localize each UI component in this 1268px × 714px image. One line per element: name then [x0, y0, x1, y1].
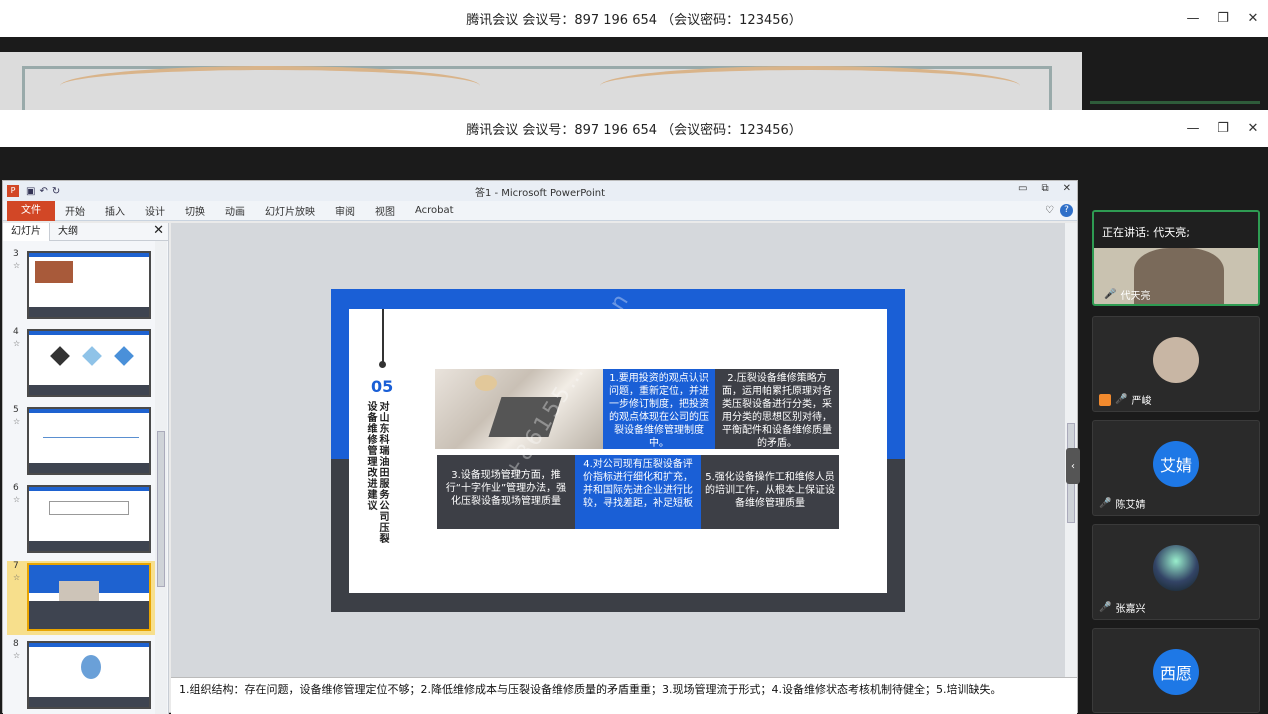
slide-thumbnail-4[interactable]: 4 ☆ — [7, 327, 157, 401]
speaker-notes[interactable]: 1.组织结构：存在问题，设备维修管理定位不够；2.降低维修成本与压裂设备维修质量… — [171, 677, 1077, 714]
thumbnail-scrollbar[interactable] — [155, 241, 167, 714]
tab-home[interactable]: 开始 — [55, 203, 95, 218]
transition-star-icon: ☆ — [13, 573, 21, 582]
ppt-close-icon[interactable]: ✕ — [1063, 183, 1071, 194]
slide-number: 4 — [13, 327, 19, 337]
slide-thumbnail-5[interactable]: 5 ☆ — [7, 405, 157, 479]
mic-muted-icon: 🎤 — [1099, 602, 1112, 613]
participant-panel: 正在讲话: 代天亮; 🎤 代天亮 🎤 严峻 艾婧 🎤 陈艾婧 🎤 张嘉兴 西愿 — [1088, 148, 1268, 713]
tab-animations[interactable]: 动画 — [215, 203, 255, 218]
participant-card[interactable]: 西愿 — [1092, 628, 1260, 713]
slide-number: 6 — [13, 483, 19, 493]
minimize-icon[interactable]: — — [1186, 121, 1200, 136]
transition-star-icon: ☆ — [13, 651, 21, 660]
ribbon-collapse-icon[interactable]: ♡ — [1045, 205, 1054, 216]
transition-star-icon: ☆ — [13, 417, 21, 426]
avatar: 西愿 — [1153, 649, 1199, 695]
minimize-icon[interactable]: — — [1186, 11, 1200, 26]
slide-number: 3 — [13, 249, 19, 259]
meeting-titlebar: 腾讯会议 会议号：897 196 654 （会议密码：123456） — ❐ ✕ — [0, 0, 1268, 37]
slide-thumbnail-3[interactable]: 3 ☆ — [7, 249, 157, 323]
tab-slides[interactable]: 幻灯片 — [3, 222, 50, 241]
suggestion-box-1: 1.要用投资的观点认识问题，重新定位，并进一步修订制度，把投资的观点体现在公司的… — [603, 369, 715, 449]
background-shared-screen — [0, 52, 1082, 110]
close-icon[interactable]: ✕ — [1246, 121, 1260, 136]
slide-number: 7 — [13, 561, 19, 571]
panel-close-icon[interactable]: ✕ — [153, 223, 164, 238]
save-icon[interactable]: ▣ — [26, 186, 35, 197]
mic-muted-icon: 🎤 — [1099, 498, 1112, 509]
suggestion-box-2: 2.压裂设备维修策略方面，运用帕累托原理对各类压裂设备进行分类，采用分类的思想区… — [715, 369, 839, 449]
tab-view[interactable]: 视图 — [365, 203, 405, 218]
ribbon-tabs: 文件 开始 插入 设计 切换 动画 幻灯片放映 审阅 视图 Acrobat ♡ … — [3, 200, 1077, 221]
tab-review[interactable]: 审阅 — [325, 203, 365, 218]
ppt-minimize-icon[interactable]: ▭ — [1018, 183, 1027, 194]
tab-slideshow[interactable]: 幻灯片放映 — [255, 203, 325, 218]
participant-card[interactable]: 艾婧 🎤 陈艾婧 — [1092, 420, 1260, 516]
slide-number: 5 — [13, 405, 19, 415]
mic-icon: 🎤 — [1115, 394, 1128, 405]
user-icon — [1099, 393, 1111, 406]
ppt-titlebar: P ▣ ↶ ↻ 答1 - Microsoft PowerPoint ▭ ⧉ ✕ — [3, 181, 1077, 201]
participant-name: 张嘉兴 — [1115, 604, 1146, 615]
meeting-title: 腾讯会议 会议号：897 196 654 （会议密码：123456） — [466, 13, 802, 28]
participant-name: 严峻 — [1131, 396, 1152, 407]
tab-file[interactable]: 文件 — [7, 200, 55, 221]
side-panel-toggle[interactable]: ‹ — [1066, 448, 1080, 484]
restore-icon[interactable]: ❐ — [1216, 121, 1230, 136]
meeting-titlebar-2: 腾讯会议 会议号：897 196 654 （会议密码：123456） — ❐ ✕ — [0, 110, 1268, 147]
slide-thumbnail-6[interactable]: 6 ☆ — [7, 483, 157, 557]
participant-name: 陈艾婧 — [1115, 500, 1146, 511]
avatar — [1153, 545, 1199, 591]
slide-thumbnail-panel: 幻灯片 大纲 ✕ 3 ☆ 4 ☆ 5 ☆ 6 ☆ 7 ☆ 8 ☆ — [3, 222, 169, 714]
speaker-video-card[interactable]: 正在讲话: 代天亮; 🎤 代天亮 — [1092, 210, 1260, 306]
slide-editing-area: 05 设备维修管理改进建议 对山东科瑞油田服务公司压裂 1.要用投资的观点认识问… — [171, 223, 1077, 677]
meeting-title-2: 腾讯会议 会议号：897 196 654 （会议密码：123456） — [466, 123, 802, 138]
restore-icon[interactable]: ❐ — [1216, 11, 1230, 26]
tab-insert[interactable]: 插入 — [95, 203, 135, 218]
tab-acrobat[interactable]: Acrobat — [405, 205, 464, 216]
ppt-document-title: 答1 - Microsoft PowerPoint — [474, 187, 606, 199]
speaking-indicator: 正在讲话: 代天亮; — [1094, 212, 1258, 248]
undo-icon[interactable]: ↶ — [39, 186, 47, 197]
redo-icon[interactable]: ↻ — [52, 186, 60, 197]
current-slide[interactable]: 05 设备维修管理改进建议 对山东科瑞油田服务公司压裂 1.要用投资的观点认识问… — [331, 289, 905, 612]
suggestion-box-5: 5.强化设备操作工和维修人员的培训工作，从根本上保证设备维修管理质量 — [701, 455, 839, 529]
slide-thumbnail-7-selected[interactable]: 7 ☆ — [7, 561, 157, 635]
participant-card[interactable]: 🎤 张嘉兴 — [1092, 524, 1260, 620]
transition-star-icon: ☆ — [13, 339, 21, 348]
help-icon[interactable]: ? — [1060, 204, 1073, 217]
mic-icon: 🎤 — [1104, 289, 1117, 300]
participant-name: 代天亮 — [1120, 291, 1151, 302]
section-number: 05 — [371, 377, 394, 396]
background-side-strip — [1082, 52, 1268, 110]
close-icon[interactable]: ✕ — [1246, 11, 1260, 26]
ppt-restore-icon[interactable]: ⧉ — [1041, 183, 1048, 194]
slide-thumbnail-8[interactable]: 8 ☆ — [7, 639, 157, 713]
suggestion-box-4: 4.对公司现有压裂设备评价指标进行细化和扩充，并和国际先进企业进行比较，寻找差距… — [575, 455, 701, 529]
slide-number: 8 — [13, 639, 19, 649]
tab-transitions[interactable]: 切换 — [175, 203, 215, 218]
participant-card[interactable]: 🎤 严峻 — [1092, 316, 1260, 412]
slide-title-col2: 对山东科瑞油田服务公司压裂 — [377, 401, 388, 544]
avatar — [1153, 337, 1199, 383]
transition-star-icon: ☆ — [13, 261, 21, 270]
tab-outline[interactable]: 大纲 — [50, 223, 86, 241]
avatar: 艾婧 — [1153, 441, 1199, 487]
transition-star-icon: ☆ — [13, 495, 21, 504]
powerpoint-logo-icon: P — [7, 185, 19, 197]
tab-design[interactable]: 设计 — [135, 203, 175, 218]
